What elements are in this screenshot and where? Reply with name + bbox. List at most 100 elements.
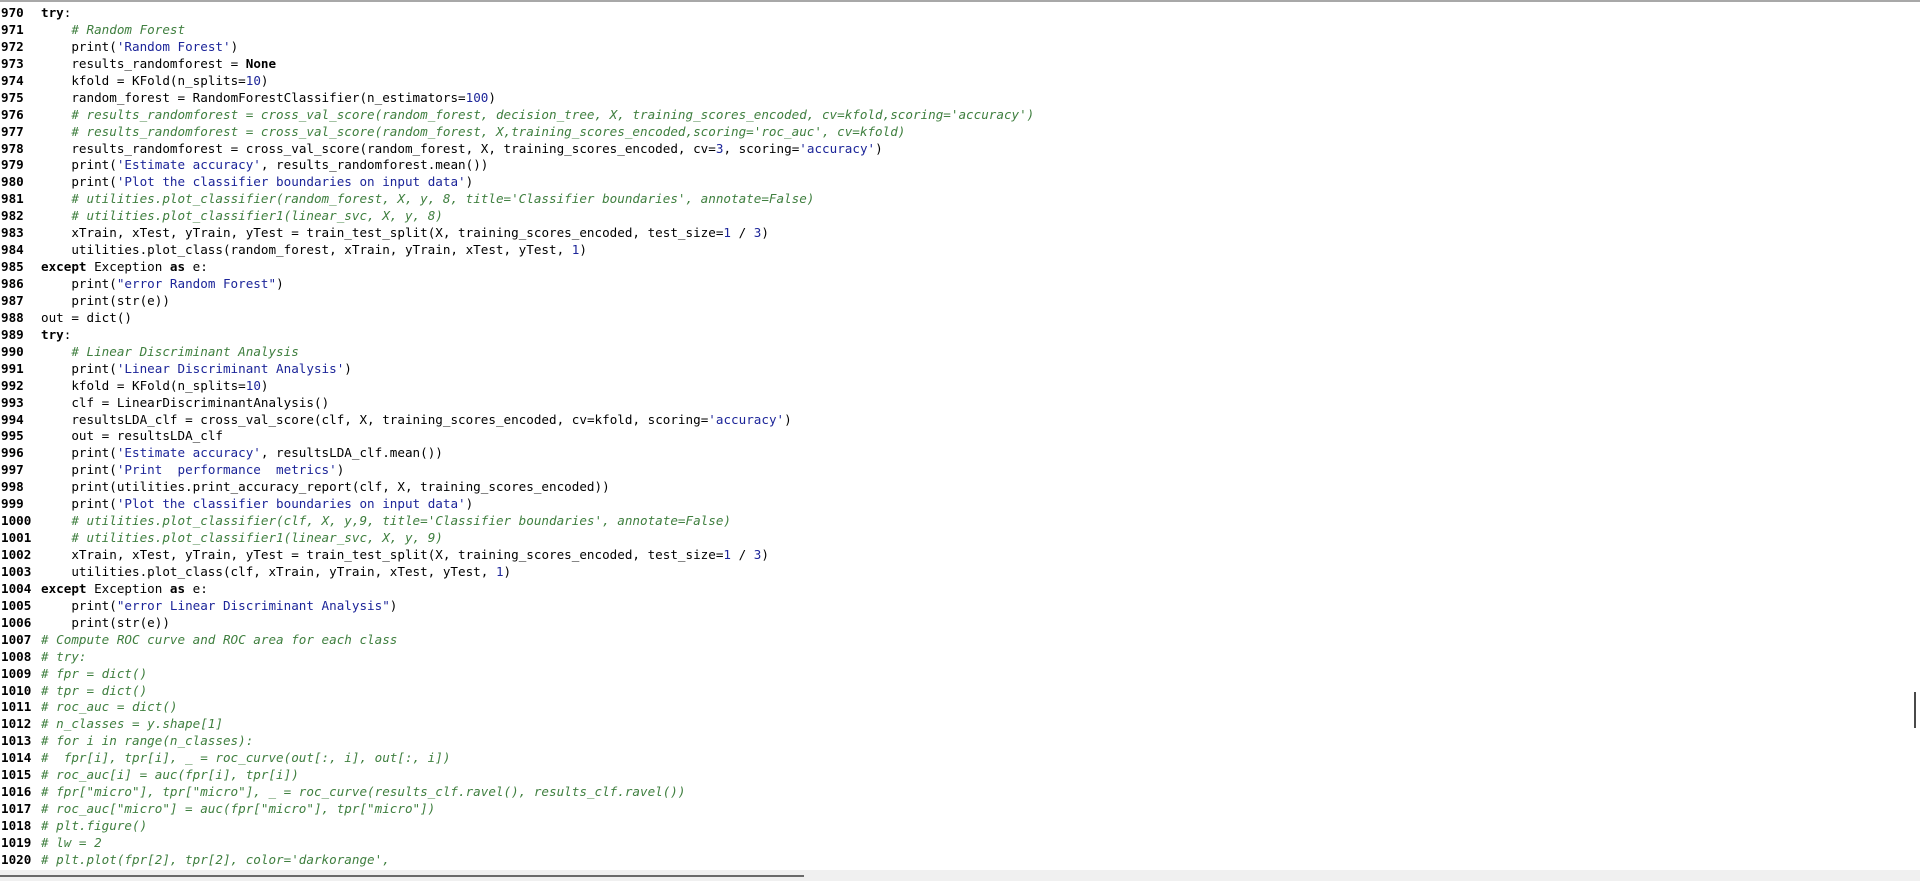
line-code[interactable]: out = dict(): [41, 310, 132, 325]
code-line[interactable]: 985 except Exception as e:: [0, 259, 1905, 276]
line-code[interactable]: # for i in range(n_classes):: [41, 733, 253, 748]
code-line[interactable]: 971 # Random Forest: [0, 22, 1905, 39]
code-line[interactable]: 974 kfold = KFold(n_splits=10): [0, 73, 1905, 90]
code-line[interactable]: 987 print(str(e)): [0, 293, 1905, 310]
line-code[interactable]: # roc_auc[i] = auc(fpr[i], tpr[i]): [41, 767, 299, 782]
code-area[interactable]: 970 try: 971 # Random Forest 972 print('Ran…: [0, 5, 1905, 870]
line-code[interactable]: # utilities.plot_classifier(clf, X, y,9,…: [41, 513, 731, 528]
line-code[interactable]: print('Linear Discriminant Analysis'): [41, 361, 352, 376]
line-code[interactable]: xTrain, xTest, yTrain, yTest = train_tes…: [41, 225, 769, 240]
code-line[interactable]: 992 kfold = KFold(n_splits=10): [0, 378, 1905, 395]
code-line[interactable]: 975 random_forest = RandomForestClassifi…: [0, 90, 1905, 107]
line-code[interactable]: random_forest = RandomForestClassifier(n…: [41, 90, 496, 105]
line-code[interactable]: results_randomforest = None: [41, 56, 276, 71]
line-code[interactable]: resultsLDA_clf = cross_val_score(clf, X,…: [41, 412, 791, 427]
code-line[interactable]: 1014 # fpr[i], tpr[i], _ = roc_curve(out[…: [0, 750, 1905, 767]
code-line[interactable]: 989 try:: [0, 327, 1905, 344]
line-code[interactable]: # fpr = dict(): [41, 666, 147, 681]
code-line[interactable]: 1002 xTrain, xTest, yTrain, yTest = trai…: [0, 547, 1905, 564]
line-code[interactable]: results_randomforest = cross_val_score(r…: [41, 141, 882, 156]
code-line[interactable]: 1012 # n_classes = y.shape[1]: [0, 716, 1905, 733]
line-code[interactable]: # fpr["micro"], tpr["micro"], _ = roc_cu…: [41, 784, 685, 799]
code-line[interactable]: 1000 # utilities.plot_classifier(clf, X,…: [0, 513, 1905, 530]
code-line[interactable]: 999 print('Plot the classifier boundarie…: [0, 496, 1905, 513]
horizontal-scrollbar[interactable]: [0, 870, 1920, 881]
code-line[interactable]: 1019 # lw = 2: [0, 835, 1905, 852]
line-code[interactable]: clf = LinearDiscriminantAnalysis(): [41, 395, 329, 410]
line-code[interactable]: print(str(e)): [41, 615, 170, 630]
code-editor[interactable]: 970 try: 971 # Random Forest 972 print('Ran…: [0, 0, 1920, 881]
line-code[interactable]: # lw = 2: [41, 835, 102, 850]
code-line[interactable]: 1006 print(str(e)): [0, 615, 1905, 632]
line-code[interactable]: # Compute ROC curve and ROC area for eac…: [41, 632, 397, 647]
code-line[interactable]: 983 xTrain, xTest, yTrain, yTest = train…: [0, 225, 1905, 242]
line-code[interactable]: print('Plot the classifier boundaries on…: [41, 174, 473, 189]
code-line[interactable]: 988 out = dict(): [0, 310, 1905, 327]
line-code[interactable]: except Exception as e:: [41, 259, 208, 274]
line-code[interactable]: try:: [41, 327, 71, 342]
line-code[interactable]: except Exception as e:: [41, 581, 208, 596]
line-code[interactable]: # plt.figure(): [41, 818, 147, 833]
line-code[interactable]: try:: [41, 5, 71, 20]
code-line[interactable]: 1005 print("error Linear Discriminant An…: [0, 598, 1905, 615]
line-code[interactable]: print('Random Forest'): [41, 39, 238, 54]
line-code[interactable]: # plt.plot(fpr[2], tpr[2], color='darkor…: [41, 852, 390, 867]
code-line[interactable]: 990 # Linear Discriminant Analysis: [0, 344, 1905, 361]
code-line[interactable]: 972 print('Random Forest'): [0, 39, 1905, 56]
code-line[interactable]: 1008 # try:: [0, 649, 1905, 666]
line-code[interactable]: kfold = KFold(n_splits=10): [41, 378, 268, 393]
code-line[interactable]: 1010 # tpr = dict(): [0, 683, 1905, 700]
line-code[interactable]: # utilities.plot_classifier1(linear_svc,…: [41, 530, 443, 545]
code-line[interactable]: 1015 # roc_auc[i] = auc(fpr[i], tpr[i]): [0, 767, 1905, 784]
code-line[interactable]: 978 results_randomforest = cross_val_sco…: [0, 141, 1905, 158]
line-code[interactable]: # utilities.plot_classifier(random_fores…: [41, 191, 814, 206]
line-code[interactable]: print(str(e)): [41, 293, 170, 308]
horizontal-scrollbar-thumb[interactable]: [0, 875, 804, 877]
line-code[interactable]: print('Estimate accuracy', resultsLDA_cl…: [41, 445, 443, 460]
line-code[interactable]: # Linear Discriminant Analysis: [41, 344, 298, 359]
code-line[interactable]: 997 print('Print performance metrics'): [0, 462, 1905, 479]
line-code[interactable]: print(utilities.print_accuracy_report(cl…: [41, 479, 609, 494]
code-line[interactable]: 996 print('Estimate accuracy', resultsLD…: [0, 445, 1905, 462]
code-line[interactable]: 1001 # utilities.plot_classifier1(linear…: [0, 530, 1905, 547]
code-line[interactable]: 977 # results_randomforest = cross_val_s…: [0, 124, 1905, 141]
line-code[interactable]: out = resultsLDA_clf: [41, 428, 223, 443]
code-line[interactable]: 976 # results_randomforest = cross_val_s…: [0, 107, 1905, 124]
line-code[interactable]: # results_randomforest = cross_val_score…: [41, 107, 1034, 122]
line-code[interactable]: print('Plot the classifier boundaries on…: [41, 496, 473, 511]
code-line[interactable]: 986 print("error Random Forest"): [0, 276, 1905, 293]
line-code[interactable]: # try:: [41, 649, 87, 664]
line-code[interactable]: # results_randomforest = cross_val_score…: [41, 124, 905, 139]
code-line[interactable]: 991 print('Linear Discriminant Analysis'…: [0, 361, 1905, 378]
line-code[interactable]: # Random Forest: [41, 22, 185, 37]
line-code[interactable]: # roc_auc["micro"] = auc(fpr["micro"], t…: [41, 801, 435, 816]
line-code[interactable]: utilities.plot_class(random_forest, xTra…: [41, 242, 587, 257]
code-line[interactable]: 984 utilities.plot_class(random_forest, …: [0, 242, 1905, 259]
code-line[interactable]: 1018 # plt.figure(): [0, 818, 1905, 835]
code-line[interactable]: 993 clf = LinearDiscriminantAnalysis(): [0, 395, 1905, 412]
code-line[interactable]: 1003 utilities.plot_class(clf, xTrain, y…: [0, 564, 1905, 581]
code-line[interactable]: 998 print(utilities.print_accuracy_repor…: [0, 479, 1905, 496]
code-line[interactable]: 1020 # plt.plot(fpr[2], tpr[2], color='da…: [0, 852, 1905, 869]
code-line[interactable]: 982 # utilities.plot_classifier1(linear_…: [0, 208, 1905, 225]
line-code[interactable]: # n_classes = y.shape[1]: [41, 716, 223, 731]
code-line[interactable]: 1013 # for i in range(n_classes):: [0, 733, 1905, 750]
code-line[interactable]: 995 out = resultsLDA_clf: [0, 428, 1905, 445]
code-line[interactable]: 1009 # fpr = dict(): [0, 666, 1905, 683]
line-code[interactable]: print("error Linear Discriminant Analysi…: [41, 598, 397, 613]
code-line[interactable]: 970 try:: [0, 5, 1905, 22]
line-code[interactable]: print('Estimate accuracy', results_rando…: [41, 157, 488, 172]
vertical-scrollbar[interactable]: [1907, 5, 1920, 870]
code-line[interactable]: 994 resultsLDA_clf = cross_val_score(clf…: [0, 412, 1905, 429]
code-line[interactable]: 1007 # Compute ROC curve and ROC area for…: [0, 632, 1905, 649]
code-line[interactable]: 979 print('Estimate accuracy', results_r…: [0, 157, 1905, 174]
code-line[interactable]: 981 # utilities.plot_classifier(random_f…: [0, 191, 1905, 208]
code-line[interactable]: 1011 # roc_auc = dict(): [0, 699, 1905, 716]
vertical-scrollbar-thumb[interactable]: [1914, 692, 1916, 728]
line-code[interactable]: print('Print performance metrics'): [41, 462, 344, 477]
code-line[interactable]: 973 results_randomforest = None: [0, 56, 1905, 73]
line-code[interactable]: utilities.plot_class(clf, xTrain, yTrain…: [41, 564, 511, 579]
code-line[interactable]: 1017 # roc_auc["micro"] = auc(fpr["micro"…: [0, 801, 1905, 818]
line-code[interactable]: kfold = KFold(n_splits=10): [41, 73, 268, 88]
line-code[interactable]: # tpr = dict(): [41, 683, 147, 698]
